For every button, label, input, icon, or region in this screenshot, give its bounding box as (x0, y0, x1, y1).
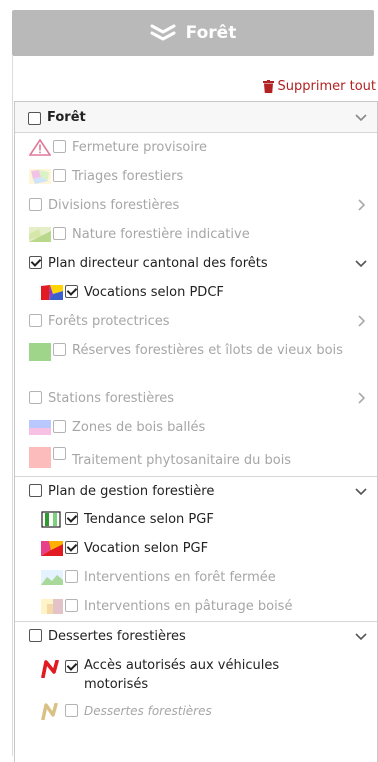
layer-vocation-pgf[interactable]: Vocation selon PGF (15, 534, 377, 563)
warning-triangle-icon (28, 138, 52, 162)
pink-square-legend-icon (29, 446, 51, 474)
layer-zones-bois-balles[interactable]: Zones de bois ballés (15, 413, 377, 442)
double-chevron-down-icon (150, 24, 176, 41)
tan-n-legend-icon (41, 702, 63, 726)
checkbox-plan-directeur[interactable] (29, 256, 42, 269)
layer-label: Plan directeur cantonal des forêts (48, 256, 268, 271)
layer-nature-forestiere-indicative[interactable]: Nature forestière indicative (15, 220, 377, 249)
layer-label: Vocation selon PGF (84, 541, 209, 556)
chevron-down-icon[interactable] (355, 485, 367, 497)
layer-tree-panel: Forêt Fermeture provisoire Triages fores… (14, 101, 378, 762)
trash-icon (262, 80, 274, 93)
green-gradient-legend-icon (29, 226, 51, 249)
green-mountain-legend-icon (41, 569, 63, 592)
layer-group-plan-directeur[interactable]: Plan directeur cantonal des forêts (15, 249, 377, 278)
layer-group-divisions-forestieres[interactable]: Divisions forestières (15, 191, 377, 220)
layer-fermeture-provisoire[interactable]: Fermeture provisoire (15, 133, 377, 162)
layer-label: Stations forestières (48, 391, 175, 406)
checkbox-triages-forestiers[interactable] (53, 169, 66, 182)
chevron-down-icon[interactable] (355, 257, 367, 269)
checkbox-stations-forestieres[interactable] (29, 391, 42, 404)
chevron-right-icon[interactable] (355, 199, 367, 211)
layer-label: Forêts protectrices (48, 314, 170, 329)
green-square-legend-icon (29, 342, 51, 367)
layer-label: Zones de bois ballés (72, 420, 206, 435)
layer-triages-forestiers[interactable]: Triages forestiers (15, 162, 377, 191)
delete-all-label: Supprimer tout (277, 79, 376, 94)
layer-interventions-paturage-boise[interactable]: Interventions en pâturage boisé (15, 592, 377, 621)
layer-group-stations-forestieres[interactable]: Stations forestières (15, 384, 377, 413)
layer-reserves-forestieres[interactable]: Réserves forestières et îlots de vieux b… (15, 336, 377, 384)
layer-label: Vocations selon PDCF (84, 285, 224, 300)
checkbox-acces-autorises[interactable] (65, 660, 78, 673)
pasture-legend-icon (41, 598, 63, 621)
layer-tendance-pgf[interactable]: Tendance selon PGF (15, 505, 377, 534)
chevron-down-icon[interactable] (355, 111, 367, 123)
foret-header-button[interactable]: Forêt (12, 10, 374, 56)
layer-group-forets-protectrices[interactable]: Forêts protectrices (15, 307, 377, 336)
layer-group-dessertes-forestieres[interactable]: Dessertes forestières (15, 621, 377, 650)
checkbox-plan-gestion[interactable] (29, 484, 42, 497)
group-foret[interactable]: Forêt (15, 102, 377, 133)
checkbox-zones-bois-balles[interactable] (53, 420, 66, 433)
layer-label: Réserves forestières et îlots de vieux b… (72, 343, 343, 358)
header-title: Forêt (185, 23, 237, 43)
layer-acces-autorises[interactable]: Accès autorisés aux véhicules motorisés (15, 650, 377, 697)
layer-label: Triages forestiers (72, 169, 184, 184)
multicolor-vocation-legend-icon (41, 284, 63, 307)
red-n-legend-icon (41, 659, 63, 684)
chevron-right-icon[interactable] (355, 392, 367, 404)
layer-label: Dessertes forestières (48, 629, 186, 644)
checkbox-interventions-foret-fermee[interactable] (65, 570, 78, 583)
checkbox-nature-forestiere[interactable] (53, 227, 66, 240)
checkbox-foret[interactable] (28, 111, 41, 125)
layer-interventions-foret-fermee[interactable]: Interventions en forêt fermée (15, 563, 377, 592)
checkbox-fermeture-provisoire[interactable] (53, 140, 66, 153)
layer-label: Interventions en pâturage boisé (84, 599, 293, 614)
checkbox-divisions-forestieres[interactable] (29, 198, 42, 211)
checkbox-tendance-pgf[interactable] (65, 512, 78, 525)
layer-label: Plan de gestion forestière (48, 484, 215, 499)
checkbox-reserves-forestieres[interactable] (53, 343, 66, 356)
layer-vocations-pdcf[interactable]: Vocations selon PDCF (15, 278, 377, 307)
checkbox-vocation-pgf[interactable] (65, 541, 78, 554)
layer-label: Interventions en forêt fermée (84, 570, 276, 585)
checkbox-interventions-paturage-boise[interactable] (65, 599, 78, 612)
layer-label: Fermeture provisoire (72, 140, 208, 155)
checkbox-traitement-phytosanitaire[interactable] (53, 447, 66, 460)
checkbox-dessertes-forestieres-layer[interactable] (65, 704, 78, 717)
group-foret-label: Forêt (47, 109, 86, 125)
layer-label: Accès autorisés aux véhicules motorisés (84, 658, 280, 692)
chevron-down-icon[interactable] (355, 630, 367, 642)
layer-traitement-phytosanitaire[interactable]: Traitement phytosanitaire du bois (15, 442, 377, 476)
panel-left-border (12, 56, 13, 756)
multicolor-pgf-legend-icon (41, 540, 63, 563)
blue-pink-legend-icon (29, 419, 51, 442)
layer-label: Nature forestière indicative (72, 227, 250, 242)
layer-label: Dessertes forestières (84, 704, 212, 718)
layer-label: Divisions forestières (48, 198, 180, 213)
layer-label: Tendance selon PGF (84, 512, 214, 527)
layer-group-plan-gestion[interactable]: Plan de gestion forestière (15, 476, 377, 505)
checkbox-vocations-pdcf[interactable] (65, 285, 78, 298)
layer-dessertes-forestieres[interactable]: Dessertes forestières (15, 697, 377, 726)
chevron-right-icon[interactable] (355, 315, 367, 327)
layer-label: Traitement phytosanitaire du bois (72, 453, 292, 468)
delete-all-button[interactable]: Supprimer tout (262, 79, 376, 94)
checkbox-dessertes-forestieres[interactable] (29, 629, 42, 642)
green-bars-legend-icon (41, 511, 63, 534)
checkbox-forets-protectrices[interactable] (29, 314, 42, 327)
pastel-patches-legend-icon (29, 168, 51, 191)
